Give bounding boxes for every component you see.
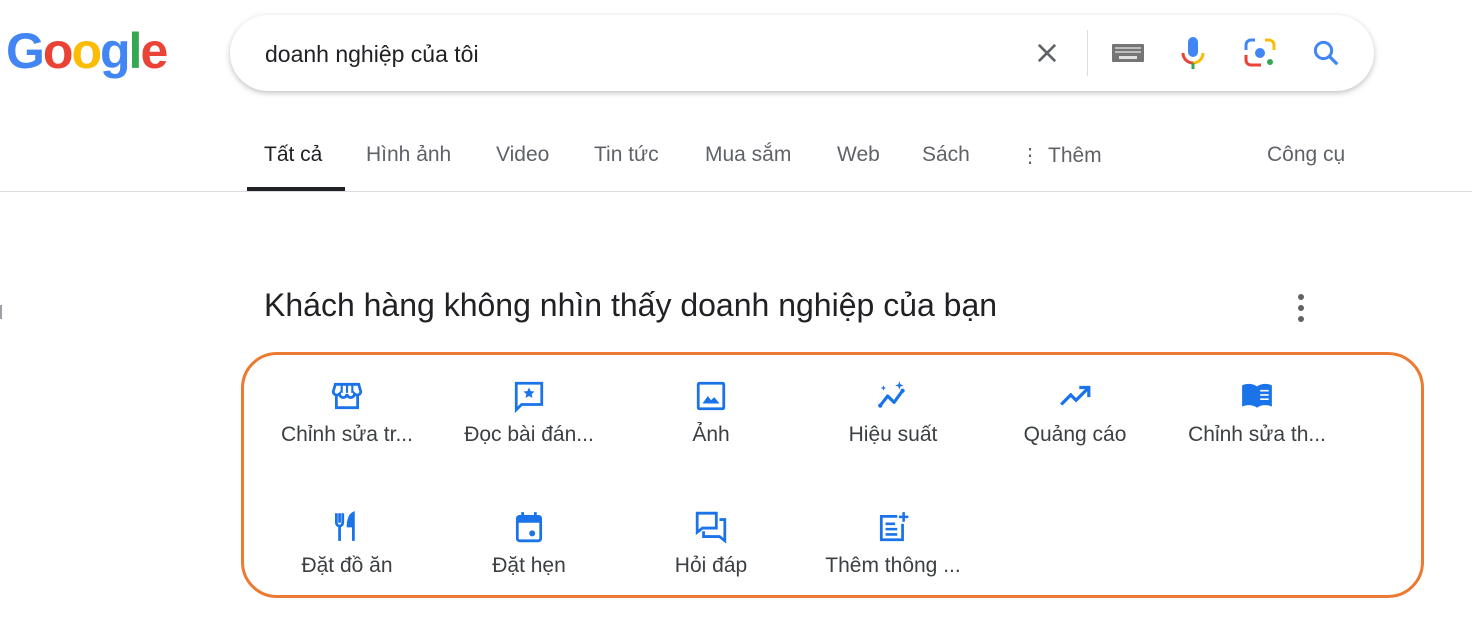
action-bookings[interactable]: Đặt hẹn	[439, 510, 619, 578]
action-questions-answers[interactable]: Hỏi đáp	[621, 510, 801, 578]
divider	[1087, 30, 1088, 76]
tab-shopping[interactable]: Mua sắm	[705, 143, 791, 167]
more-options-icon[interactable]	[1288, 292, 1314, 324]
action-read-reviews[interactable]: Đọc bài đán...	[439, 379, 619, 447]
restaurant-icon	[334, 510, 355, 541]
google-logo[interactable]: Google	[6, 22, 168, 80]
action-label: Thêm thông ...	[825, 554, 961, 577]
post-add-icon	[879, 512, 909, 542]
action-label: Đọc bài đán...	[464, 423, 594, 446]
action-ads[interactable]: Quảng cáo	[985, 379, 1165, 447]
review-icon	[514, 381, 544, 413]
tab-more[interactable]: ⋮ Thêm	[1020, 143, 1102, 168]
action-label: Hỏi đáp	[674, 554, 748, 577]
photo-icon	[696, 381, 726, 411]
tab-videos[interactable]: Video	[496, 143, 549, 167]
divider	[0, 191, 1472, 192]
action-performance[interactable]: Hiệu suất	[803, 379, 983, 447]
action-edit-profile[interactable]: Chỉnh sửa tr...	[257, 379, 437, 447]
tools-button[interactable]: Công cụ	[1267, 143, 1345, 167]
clear-icon[interactable]	[1027, 33, 1067, 73]
action-edit-menu[interactable]: Chỉnh sửa th...	[1167, 379, 1347, 447]
menu-book-icon	[1242, 383, 1272, 408]
tab-images[interactable]: Hình ảnh	[366, 143, 451, 167]
action-label: Đặt đồ ăn	[301, 554, 393, 577]
action-label: Đặt hẹn	[492, 554, 566, 577]
panel-title: Khách hàng không nhìn thấy doanh nghiệp …	[264, 287, 998, 323]
keyboard-icon[interactable]	[1108, 33, 1148, 73]
action-photos[interactable]: Ảnh	[621, 379, 801, 447]
search-box[interactable]: doanh nghiệp của tôi	[230, 15, 1374, 91]
action-label: Chỉnh sửa th...	[1188, 423, 1326, 446]
tab-news[interactable]: Tin tức	[594, 143, 659, 167]
tab-books[interactable]: Sách	[922, 143, 970, 167]
search-icon[interactable]	[1306, 33, 1346, 73]
tab-more-label: Thêm	[1048, 144, 1102, 167]
storefront-icon	[331, 382, 363, 410]
microphone-icon[interactable]	[1173, 33, 1213, 73]
action-add-info[interactable]: Thêm thông ...	[803, 510, 983, 578]
google-lens-icon[interactable]	[1240, 33, 1280, 73]
action-label: Chỉnh sửa tr...	[281, 423, 413, 446]
forum-icon	[695, 511, 727, 544]
action-order-food[interactable]: Đặt đồ ăn	[257, 510, 437, 578]
trending-up-icon	[1060, 385, 1091, 406]
more-vert-icon: ⋮	[1020, 145, 1040, 167]
tab-web[interactable]: Web	[837, 143, 880, 167]
search-input[interactable]: doanh nghiệp của tôi	[265, 41, 479, 68]
tab-all[interactable]: Tất cả	[264, 143, 322, 167]
action-label: Ảnh	[692, 423, 730, 446]
calendar-icon	[515, 512, 543, 543]
edge-marker	[0, 305, 2, 319]
action-label: Quảng cáo	[1023, 423, 1127, 446]
action-label: Hiệu suất	[848, 423, 938, 446]
performance-icon	[878, 381, 905, 408]
